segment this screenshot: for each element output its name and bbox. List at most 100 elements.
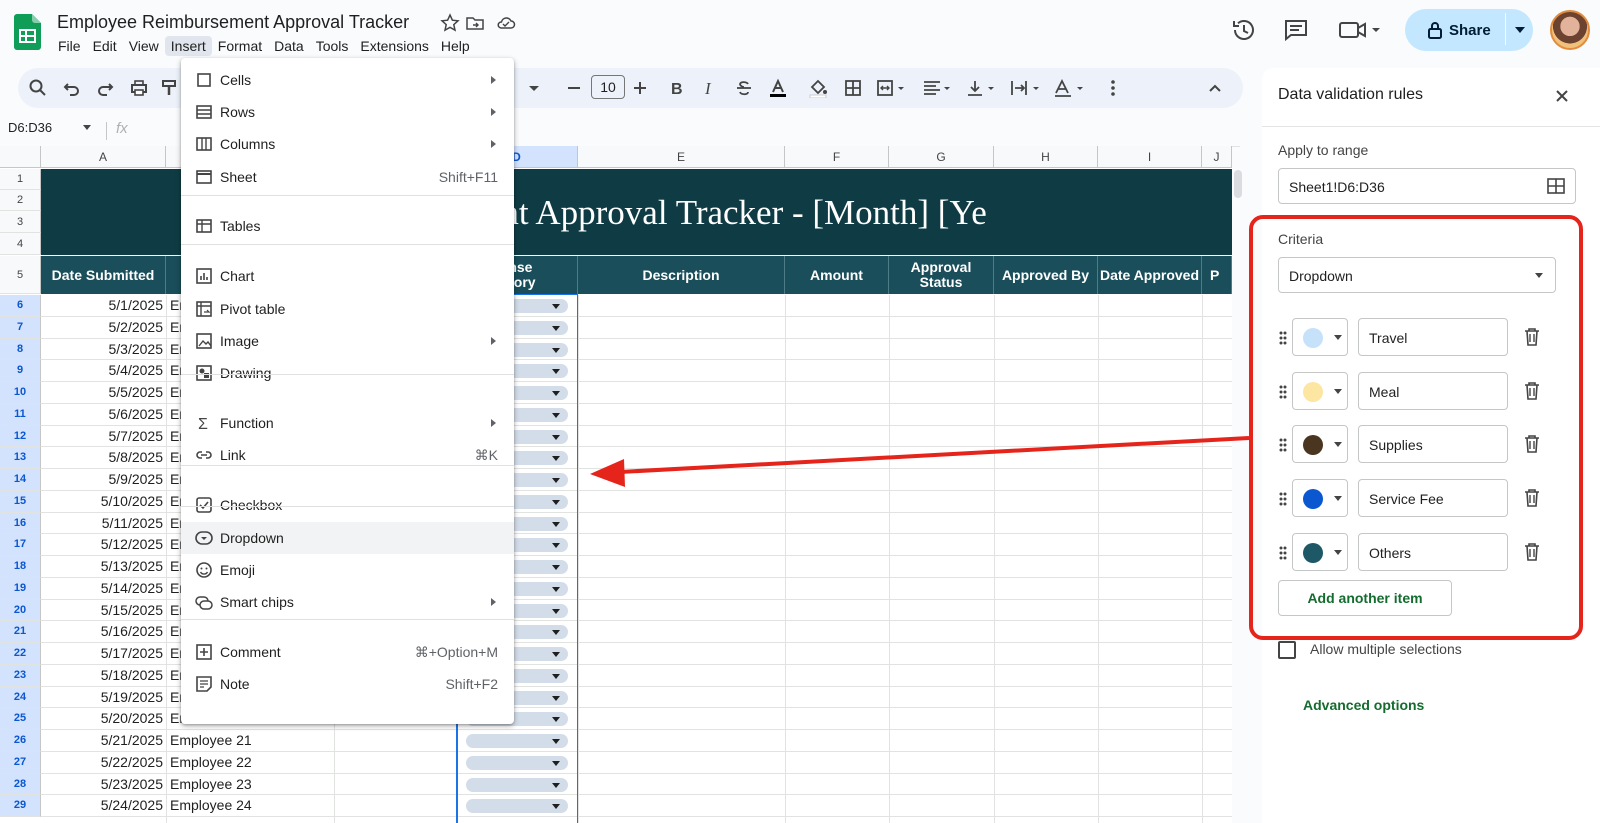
header-approved-by[interactable]: Approved By — [994, 256, 1098, 294]
row-header[interactable]: 16 — [0, 512, 41, 535]
column-header-f[interactable]: F — [785, 146, 889, 168]
undo-icon[interactable] — [62, 78, 82, 98]
strikethrough-icon[interactable] — [734, 78, 754, 98]
close-icon[interactable] — [1552, 86, 1572, 106]
cell-date-submitted[interactable]: 5/16/2025 — [41, 621, 163, 642]
menu-item-emoji[interactable]: Emoji — [181, 554, 514, 586]
name-box-chevron-icon[interactable] — [83, 125, 91, 130]
menu-data[interactable]: Data — [268, 36, 310, 56]
cell-date-submitted[interactable]: 5/10/2025 — [41, 491, 163, 512]
cell-date-submitted[interactable]: 5/20/2025 — [41, 708, 163, 729]
cell-date-submitted[interactable]: 5/22/2025 — [41, 752, 163, 773]
select-all-corner[interactable] — [0, 146, 41, 168]
text-rotation-icon[interactable] — [1053, 78, 1087, 98]
menu-item-comment[interactable]: Comment ⌘+Option+M — [181, 636, 514, 668]
font-chevron-icon[interactable] — [528, 78, 540, 98]
menu-item-link[interactable]: Link ⌘K — [181, 439, 514, 471]
row-header[interactable]: 26 — [0, 730, 41, 752]
menu-item-image[interactable]: Image — [181, 325, 514, 357]
document-title[interactable]: Employee Reimbursement Approval Tracker — [57, 12, 409, 33]
menu-tools[interactable]: Tools — [310, 36, 355, 56]
row-header[interactable]: 22 — [0, 643, 41, 665]
cell-date-submitted[interactable]: 5/14/2025 — [41, 578, 163, 599]
chevron-down-icon[interactable] — [1514, 27, 1525, 33]
row-header[interactable]: 3 — [0, 211, 41, 233]
row-header[interactable]: 4 — [0, 233, 41, 255]
horizontal-align-icon[interactable] — [922, 78, 954, 98]
header-date-approved[interactable]: Date Approved — [1098, 256, 1202, 294]
merge-cells-icon[interactable] — [876, 78, 906, 98]
menu-item-tables[interactable]: Tables — [181, 210, 514, 242]
row-header[interactable]: 24 — [0, 686, 41, 709]
menu-edit[interactable]: Edit — [87, 36, 123, 56]
move-folder-icon[interactable] — [465, 13, 485, 33]
row-header[interactable]: 19 — [0, 577, 41, 600]
header-amount[interactable]: Amount — [785, 256, 889, 294]
menu-item-drawing[interactable]: Drawing — [181, 357, 514, 389]
text-color-icon[interactable] — [768, 78, 788, 98]
menu-item-rows[interactable]: Rows — [181, 96, 514, 128]
row-header[interactable]: 18 — [0, 556, 41, 578]
font-size-input[interactable]: 10 — [591, 75, 625, 99]
menu-item-function[interactable]: Σ Function — [181, 407, 514, 439]
search-menus-icon[interactable] — [28, 78, 48, 98]
menu-item-checkbox[interactable]: Checkbox — [181, 489, 514, 521]
menu-view[interactable]: View — [123, 36, 165, 56]
cell-date-submitted[interactable]: 5/12/2025 — [41, 534, 163, 555]
cell-date-submitted[interactable]: 5/8/2025 — [41, 447, 164, 468]
cell-date-submitted[interactable]: 5/15/2025 — [41, 600, 163, 621]
row-header[interactable]: 23 — [0, 664, 41, 687]
range-input[interactable]: Sheet1!D6:D36 — [1278, 168, 1576, 204]
cell-date-submitted[interactable]: 5/2/2025 — [41, 317, 164, 338]
cell-date-submitted[interactable]: 5/13/2025 — [41, 556, 163, 577]
allow-multiple-checkbox[interactable] — [1278, 641, 1296, 659]
cell-date-submitted[interactable]: 5/23/2025 — [41, 774, 163, 795]
bold-icon[interactable]: B — [667, 78, 687, 98]
increase-font-icon[interactable] — [630, 78, 650, 98]
cell-date-submitted[interactable]: 5/6/2025 — [41, 404, 164, 425]
cell-date-submitted[interactable]: 5/5/2025 — [41, 382, 164, 403]
cell-date-submitted[interactable]: 5/3/2025 — [41, 339, 164, 360]
row-header[interactable]: 13 — [0, 447, 41, 469]
share-button[interactable]: Share — [1405, 9, 1533, 51]
row-header[interactable]: 28 — [0, 773, 41, 796]
header-date-submitted[interactable]: Date Submitted — [41, 256, 166, 294]
cell-employee[interactable]: Employee 22 — [170, 752, 330, 773]
cell-date-submitted[interactable]: 5/11/2025 — [41, 513, 163, 534]
name-box[interactable]: D6:D36 — [8, 120, 96, 142]
cell-date-submitted[interactable]: 5/1/2025 — [41, 295, 164, 316]
row-header[interactable]: 17 — [0, 534, 41, 556]
row-header[interactable]: 9 — [0, 360, 41, 382]
text-wrapping-icon[interactable] — [1009, 78, 1043, 98]
advanced-options-link[interactable]: Advanced options — [1303, 697, 1424, 713]
cell-employee[interactable]: Employee 24 — [170, 795, 330, 816]
cell-date-submitted[interactable]: 5/24/2025 — [41, 795, 163, 816]
row-header[interactable]: 12 — [0, 425, 41, 448]
column-header-g[interactable]: G — [889, 146, 994, 168]
row-header[interactable]: 15 — [0, 490, 41, 513]
menu-item-pivot-table[interactable]: Pivot table — [181, 293, 514, 325]
borders-icon[interactable] — [843, 78, 863, 98]
column-header-h[interactable]: H — [994, 146, 1098, 168]
cell-date-submitted[interactable]: 5/17/2025 — [41, 643, 163, 664]
vertical-scrollbar[interactable] — [1234, 170, 1242, 198]
header-approval-status[interactable]: Approval Status — [889, 256, 994, 294]
cell-date-submitted[interactable]: 5/18/2025 — [41, 665, 163, 686]
decrease-font-icon[interactable] — [564, 78, 584, 98]
cell-date-submitted[interactable]: 5/4/2025 — [41, 360, 164, 381]
cell-date-submitted[interactable]: 5/7/2025 — [41, 426, 164, 447]
cell-date-submitted[interactable]: 5/9/2025 — [41, 469, 164, 490]
menu-item-dropdown[interactable]: Dropdown — [181, 522, 514, 554]
row-header[interactable]: 21 — [0, 621, 41, 643]
cloud-status-icon[interactable] — [496, 13, 516, 33]
collapse-toolbar-icon[interactable] — [1205, 78, 1225, 98]
vertical-align-icon[interactable] — [966, 78, 998, 98]
row-header[interactable]: 5 — [0, 256, 41, 294]
cell-employee[interactable]: Employee 23 — [170, 774, 330, 795]
row-header[interactable]: 25 — [0, 708, 41, 730]
row-header[interactable]: 14 — [0, 469, 41, 491]
menu-item-chart[interactable]: Chart — [181, 260, 514, 292]
menu-help[interactable]: Help — [435, 36, 476, 56]
star-icon[interactable] — [440, 13, 460, 33]
row-header[interactable]: 8 — [0, 338, 41, 361]
